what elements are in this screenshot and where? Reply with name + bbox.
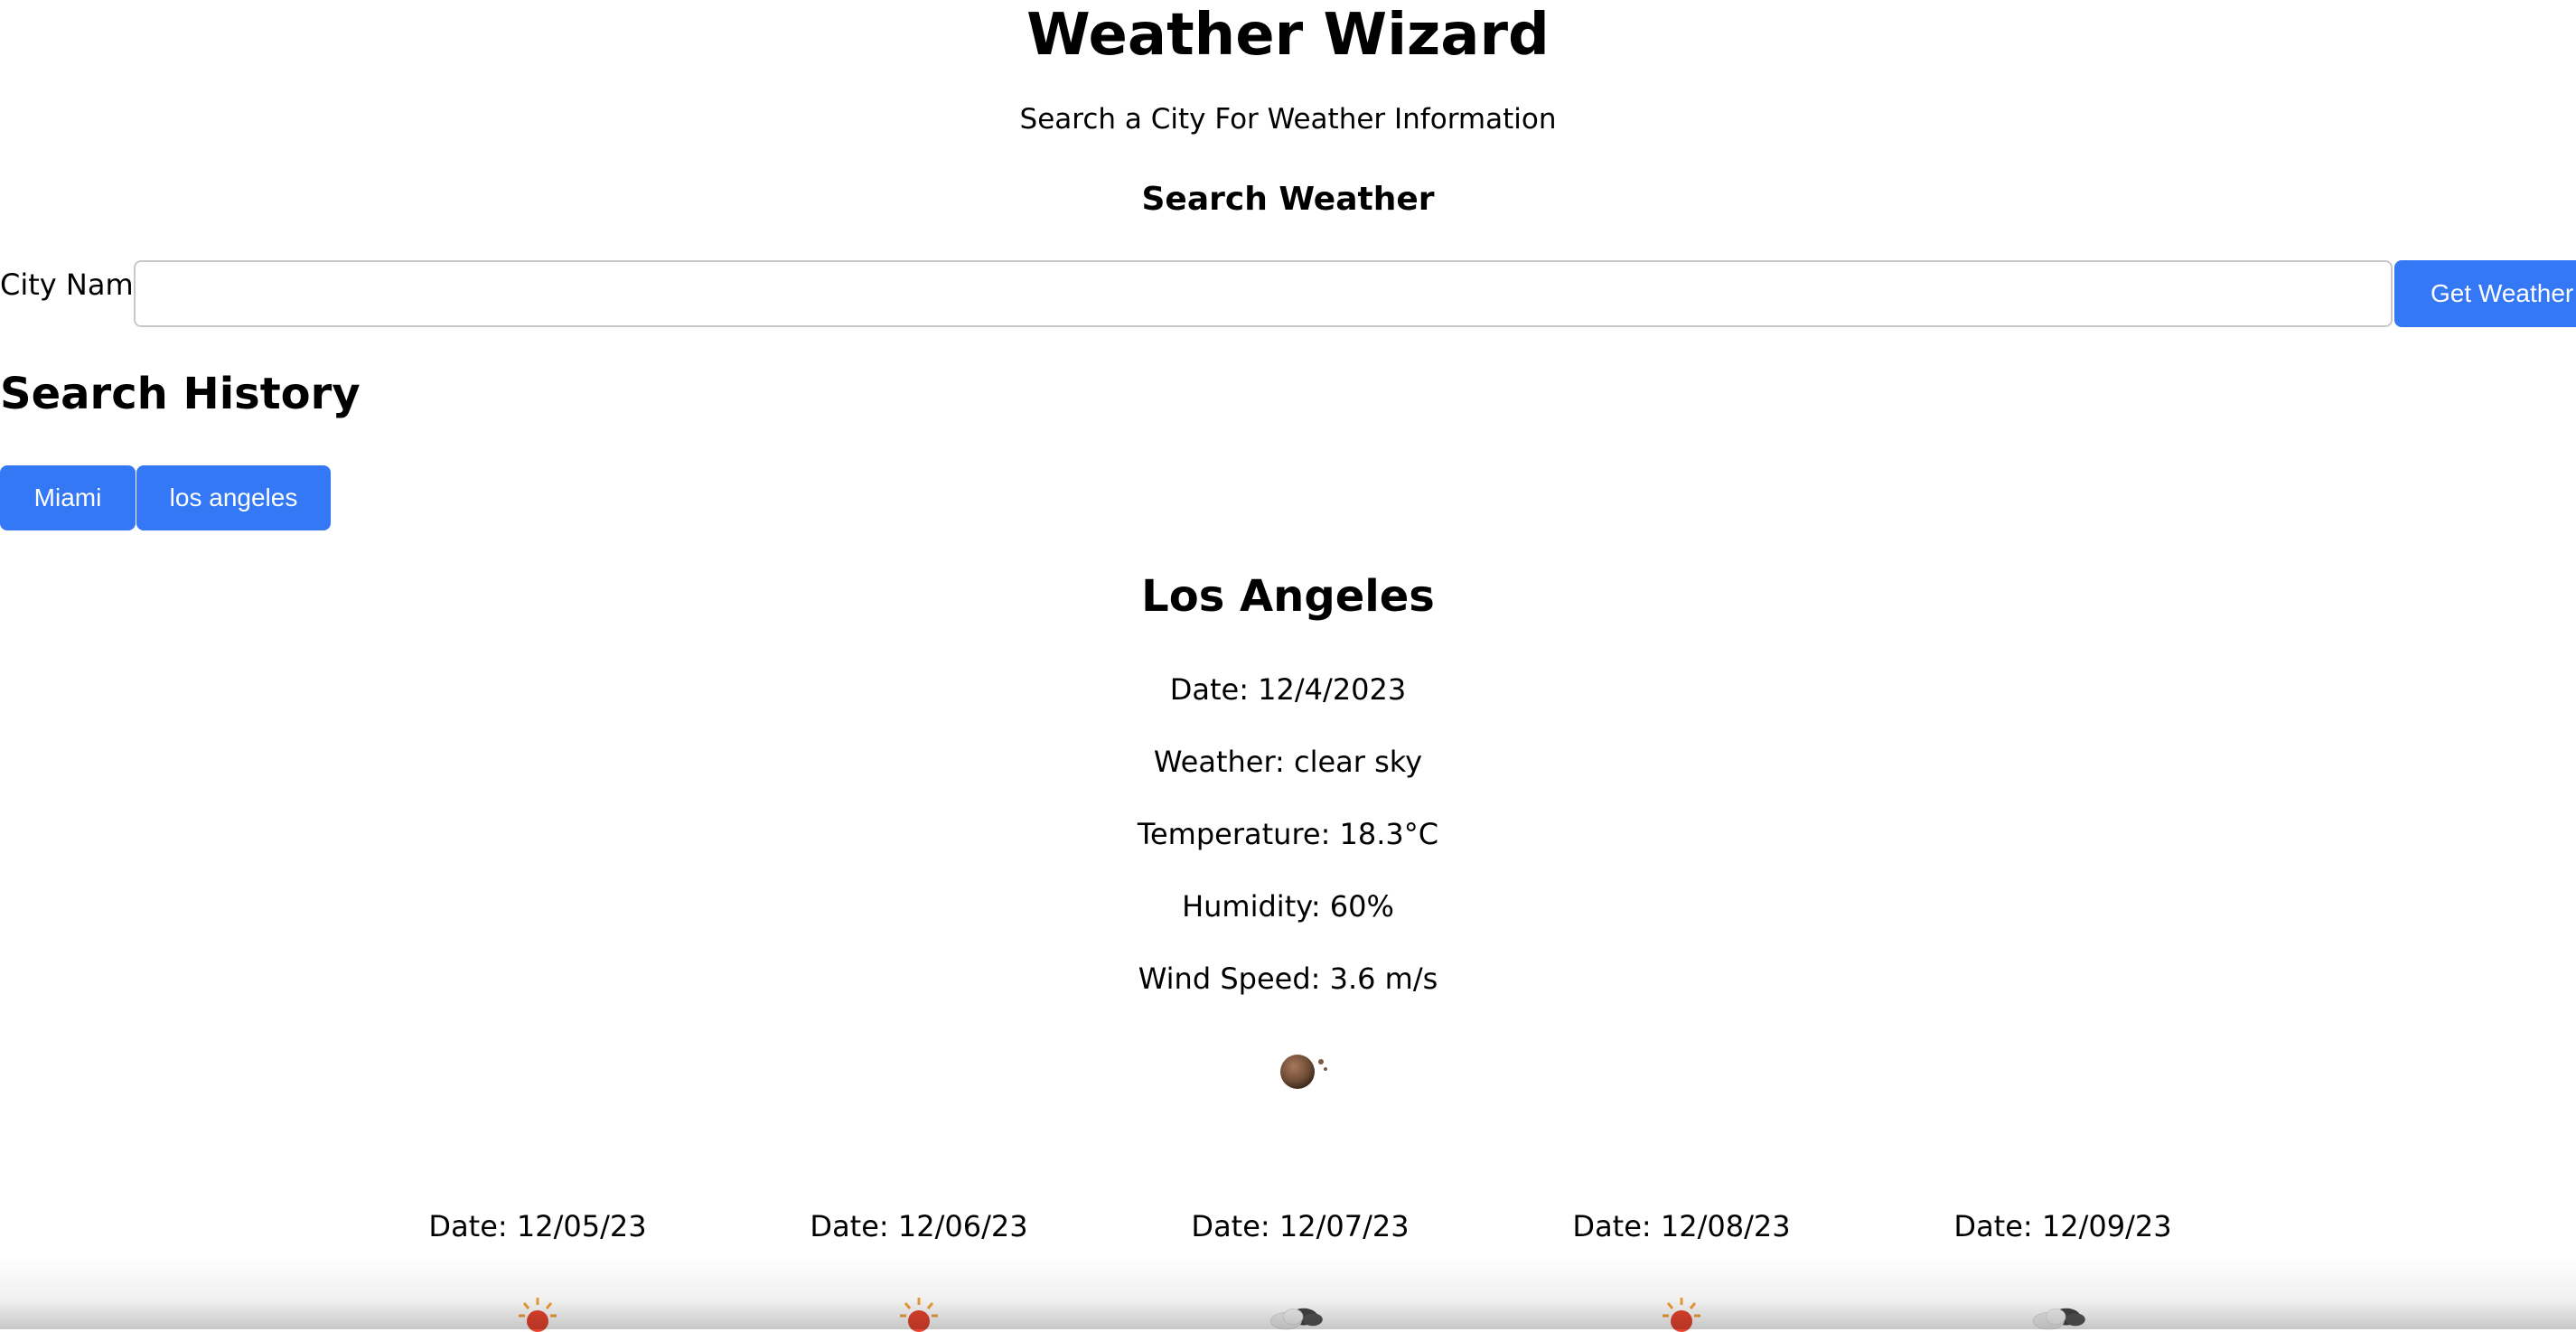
history-button-miami[interactable]: Miami [0,465,136,530]
city-name-label: City Name [0,267,152,302]
clear-sky-night-icon [1280,1055,1327,1089]
current-wind-speed: Wind Speed: 3.6 m/s [1138,961,1438,996]
search-heading: Search Weather [1141,181,1435,218]
current-city-name: Los Angeles [1141,571,1435,622]
forecast-date: Date: 12/08/23 [1572,1209,1791,1243]
current-temperature: Temperature: 18.3°C [1137,817,1439,851]
sun-icon [1663,1298,1700,1332]
page-title: Weather Wizard [1026,2,1550,69]
current-weather: Weather: clear sky [1153,745,1423,779]
sun-icon [519,1298,557,1332]
get-weather-button[interactable]: Get Weather [2394,260,2576,327]
city-name-input[interactable] [134,260,2393,327]
search-history-heading: Search History [0,369,361,419]
current-date: Date: 12/4/2023 [1169,672,1407,707]
history-button-los-angeles[interactable]: los angeles [136,465,331,530]
cloud-icon [1269,1308,1323,1330]
search-form: City Name Get Weather [0,260,2576,329]
forecast-date: Date: 12/05/23 [428,1209,647,1243]
forecast-date: Date: 12/09/23 [1953,1209,2172,1243]
forecast-date: Date: 12/07/23 [1191,1209,1410,1243]
page-subtitle: Search a City For Weather Information [1019,103,1557,136]
current-humidity: Humidity: 60% [1182,889,1394,924]
sun-icon [900,1298,938,1332]
cloud-icon [2032,1308,2085,1330]
forecast-date: Date: 12/06/23 [810,1209,1028,1243]
